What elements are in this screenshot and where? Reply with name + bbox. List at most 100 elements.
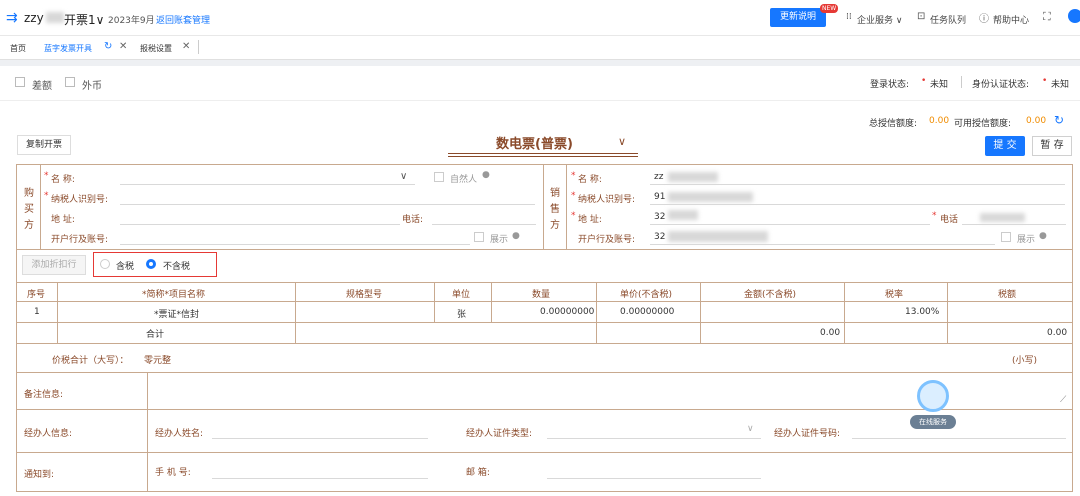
invoice-type-title[interactable]: 数电票(普票) <box>496 133 573 152</box>
credit-available-value: 0.00 <box>1026 116 1047 126</box>
tab-tax-settings[interactable]: 报税设置 <box>140 43 172 54</box>
help-center-link[interactable]: 帮助中心 <box>993 13 1029 26</box>
agent-id-type-select[interactable] <box>547 438 761 439</box>
seller-address-masked <box>668 210 698 220</box>
fullscreen-icon[interactable]: ⛶ <box>1043 10 1051 24</box>
seller-name-label: 名 称: <box>578 175 602 185</box>
required-mark: * <box>571 171 576 181</box>
login-status-dot: • <box>921 76 927 86</box>
buyer-name-label: 名 称: <box>51 175 75 185</box>
buyer-phone-input[interactable] <box>432 224 536 225</box>
seller-name-input[interactable] <box>650 184 1065 185</box>
row-unit[interactable]: 张 <box>457 307 466 320</box>
price-total-label: 价税合计（大写）： <box>52 356 129 366</box>
row-quantity[interactable]: 0.00000000 <box>540 307 594 317</box>
seller-show-help-icon[interactable]: ● <box>1039 231 1047 241</box>
tax-exclusive-radio[interactable] <box>146 259 156 269</box>
agent-name-input[interactable] <box>212 438 428 439</box>
online-service-widget[interactable]: 在线服务 <box>910 378 956 434</box>
buyer-address-label: 地 址: <box>51 215 75 225</box>
foreign-currency-checkbox[interactable] <box>65 77 75 87</box>
buyer-address-input[interactable] <box>120 224 400 225</box>
seller-tax-id-masked <box>668 192 753 202</box>
table-top-border <box>16 282 1073 283</box>
chat-bubble-icon <box>917 380 949 412</box>
agent-id-no-input[interactable] <box>852 438 1066 439</box>
natural-person-help-icon[interactable]: ● <box>482 170 490 180</box>
tab-blue-invoice[interactable]: 蓝字发票开具 <box>44 43 92 54</box>
buyer-side-divider <box>40 164 41 249</box>
agent-id-type-chevron-down-icon[interactable]: ∨ <box>747 424 754 434</box>
update-notes-button[interactable]: 更新说明 <box>770 8 826 27</box>
add-discount-row-button[interactable]: 添加折扣行 <box>22 255 86 275</box>
company-name-masked <box>46 12 64 23</box>
row-tax-rate[interactable]: 13.00% <box>905 307 939 317</box>
buyer-name-chevron-down-icon[interactable]: ∨ <box>400 171 407 182</box>
enterprise-service-menu[interactable]: 企业服务 ∨ <box>857 13 902 26</box>
close-tab-icon[interactable]: ✕ <box>119 41 127 52</box>
task-queue-link[interactable]: 任务队列 <box>930 13 966 26</box>
table-row-bottom <box>16 322 1073 323</box>
auth-status-label: 身份认证状态: <box>972 80 1030 90</box>
col-header-unit-price: 单价(不含税) <box>620 290 673 300</box>
col-divider <box>295 282 296 343</box>
invoice-type-chevron-down-icon[interactable]: ∨ <box>618 135 626 148</box>
col-divider <box>57 282 58 343</box>
seller-side-left-divider <box>543 164 544 249</box>
diff-tax-checkbox[interactable] <box>15 77 25 87</box>
seller-show-checkbox[interactable] <box>1001 232 1011 242</box>
seller-tax-id-input[interactable] <box>650 204 1065 205</box>
close-tab-icon[interactable]: ✕ <box>182 41 190 52</box>
col-header-index: 序号 <box>27 290 46 300</box>
diff-tax-label: 差额 <box>32 81 52 92</box>
mobile-input[interactable] <box>212 478 428 479</box>
seller-phone-input[interactable] <box>962 224 1066 225</box>
textarea-resize-icon[interactable]: ⟋ <box>1060 395 1066 405</box>
grid-icon: ⁞⁞ <box>846 12 852 22</box>
seller-bank-input[interactable] <box>650 244 995 245</box>
online-service-label: 在线服务 <box>910 415 956 429</box>
buyer-show-label: 展示 <box>490 235 509 245</box>
menu-toggle-icon[interactable]: ⇉ <box>6 10 18 26</box>
seller-address-value: 32 <box>654 212 666 222</box>
refresh-tab-icon[interactable]: ↻ <box>104 41 112 52</box>
buyer-show-checkbox[interactable] <box>474 232 484 242</box>
row-unit-price[interactable]: 0.00000000 <box>620 307 674 317</box>
save-draft-button[interactable]: 暂 存 <box>1032 136 1072 156</box>
buyer-show-help-icon[interactable]: ● <box>512 231 520 241</box>
total-label: 合计 <box>146 330 165 340</box>
price-total-value: 零元整 <box>144 356 172 366</box>
buyer-tax-id-input[interactable] <box>120 204 535 205</box>
refresh-credit-icon[interactable]: ↻ <box>1054 113 1064 127</box>
company-name: zzy <box>24 11 44 25</box>
required-mark: * <box>44 171 49 181</box>
row-item-name[interactable]: *票证*信封 <box>154 307 199 320</box>
back-to-accounts-link[interactable]: 返回账套管理 <box>156 13 210 26</box>
task-queue-icon: ⊡ <box>917 11 926 22</box>
natural-person-checkbox[interactable] <box>434 172 444 182</box>
seller-address-input[interactable] <box>650 224 930 225</box>
seller-name-value: zz <box>654 172 664 182</box>
options-divider <box>0 100 1080 101</box>
buyer-side-label: 方 <box>24 220 34 231</box>
seller-bank-value: 32 <box>654 232 666 242</box>
buyer-bank-input[interactable] <box>120 244 470 245</box>
tax-inclusive-radio[interactable] <box>100 259 110 269</box>
col-divider <box>700 282 701 343</box>
required-mark: * <box>932 211 937 221</box>
col-divider <box>844 282 845 343</box>
buyer-name-input[interactable] <box>120 184 415 185</box>
notify-label: 通知到: <box>24 470 55 480</box>
email-input[interactable] <box>547 478 761 479</box>
tab-bar: 首页 蓝字发票开具 ↻ ✕ 报税设置 ✕ <box>0 36 1080 60</box>
app-title-dropdown[interactable]: 开票1∨ <box>64 11 104 28</box>
copy-invoice-button[interactable]: 复制开票 <box>17 135 71 155</box>
col-divider <box>947 282 948 343</box>
user-avatar-icon[interactable] <box>1068 9 1080 23</box>
submit-button[interactable]: 提 交 <box>985 136 1025 156</box>
buyer-bank-label: 开户行及账号: <box>51 235 109 245</box>
agent-bottom <box>16 452 1073 453</box>
table-header-bottom <box>16 301 1073 302</box>
tab-home[interactable]: 首页 <box>10 43 26 54</box>
col-header-tax-rate: 税率 <box>885 290 904 300</box>
